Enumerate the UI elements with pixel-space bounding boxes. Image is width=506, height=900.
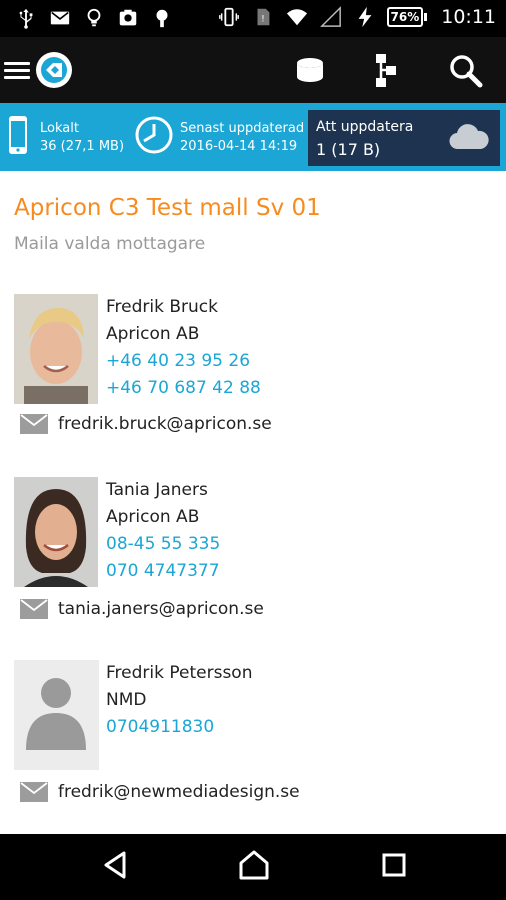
back-button[interactable] [95, 849, 135, 885]
contact-name: Fredrik Bruck [106, 297, 218, 317]
recents-icon [381, 852, 407, 882]
home-button[interactable] [234, 849, 274, 885]
contact-email: fredrik@newmediadesign.se [58, 782, 300, 802]
contact-name: Tania Janers [106, 480, 208, 500]
contact-phone-link[interactable]: 070 4747377 [106, 558, 220, 585]
lightbulb-icon [82, 6, 106, 30]
menu-icon [4, 61, 30, 79]
contact-phone-link[interactable]: +46 70 687 42 88 [106, 375, 261, 402]
contact-company: NMD [106, 690, 147, 710]
wifi-icon [285, 5, 309, 29]
mail-icon [20, 599, 48, 619]
pending-label: Att uppdatera [316, 119, 414, 135]
mail-icon [48, 6, 72, 30]
notification-icons [14, 6, 174, 30]
page-title: Apricon C3 Test mall Sv 01 [14, 195, 321, 221]
home-icon [237, 849, 271, 885]
clock-icon [134, 115, 174, 159]
contact-email-row[interactable]: fredrik@newmediadesign.se [20, 782, 300, 802]
contact-email: fredrik.bruck@apricon.se [58, 414, 272, 434]
battery-percent: 76% [386, 7, 424, 27]
local-label: Lokalt [40, 120, 79, 136]
status-bar: ! 76% 10:11 [0, 0, 506, 37]
contact-email-row[interactable]: tania.janers@apricon.se [20, 599, 264, 619]
pending-value: 1 (17 B) [316, 140, 381, 159]
contact-email: tania.janers@apricon.se [58, 599, 264, 619]
status-time: 10:11 [441, 6, 496, 28]
local-value: 36 (27,1 MB) [40, 138, 125, 154]
local-storage-status: Lokalt 36 (27,1 MB) [8, 103, 124, 171]
back-icon [102, 850, 128, 884]
vibrate-icon [217, 5, 241, 29]
contact-photo-placeholder [14, 660, 99, 770]
sync-status-bar: Lokalt 36 (27,1 MB) Senast uppdaterad 20… [0, 103, 506, 171]
android-icon [150, 6, 174, 30]
last-update-value: 2016-04-14 14:19 [180, 138, 298, 154]
system-nav-bar [0, 834, 506, 900]
svg-text:!: ! [261, 14, 265, 25]
contact-details: Fredrik Bruck Apricon AB +46 40 23 95 26… [106, 294, 261, 402]
contact-photo [14, 294, 98, 404]
recents-button[interactable] [374, 849, 414, 885]
last-update-status: Senast uppdaterad 2016-04-14 14:19 [134, 103, 304, 171]
contact-phone-link[interactable]: 0704911830 [106, 714, 252, 741]
app-logo-icon [36, 52, 72, 88]
usb-icon [14, 6, 38, 30]
search-icon[interactable] [446, 51, 486, 91]
last-update-label: Senast uppdaterad [180, 120, 305, 136]
sim-icon: ! [251, 5, 275, 29]
phone-icon [8, 115, 28, 159]
contact-company: Apricon AB [106, 507, 200, 527]
pending-upload-button[interactable]: Att uppdatera 1 (17 B) [308, 110, 500, 166]
contact-phone-link[interactable]: 08-45 55 335 [106, 531, 220, 558]
contact-details: Fredrik Petersson NMD 0704911830 [106, 660, 252, 741]
charging-icon [353, 5, 377, 29]
contact-phone-link[interactable]: +46 40 23 95 26 [106, 348, 261, 375]
system-icons: ! 76% 10:11 [217, 5, 496, 29]
contact-details: Tania Janers Apricon AB 08-45 55 335 070… [106, 477, 220, 585]
app-bar [0, 37, 506, 103]
database-icon[interactable] [290, 51, 330, 91]
hierarchy-icon[interactable] [367, 51, 407, 91]
contact-name: Fredrik Petersson [106, 663, 253, 683]
menu-button[interactable] [4, 51, 72, 89]
photo-icon [116, 6, 140, 30]
mail-selected-recipients[interactable]: Maila valda mottagare [14, 234, 205, 254]
cloud-icon [448, 122, 490, 156]
signal-icon [319, 5, 343, 29]
battery-indicator: 76% [386, 7, 428, 27]
contact-company: Apricon AB [106, 324, 200, 344]
mail-icon [20, 414, 48, 434]
main-content: Apricon C3 Test mall Sv 01 Maila valda m… [0, 171, 506, 834]
mail-icon [20, 782, 48, 802]
contact-photo [14, 477, 98, 587]
contact-email-row[interactable]: fredrik.bruck@apricon.se [20, 414, 272, 434]
